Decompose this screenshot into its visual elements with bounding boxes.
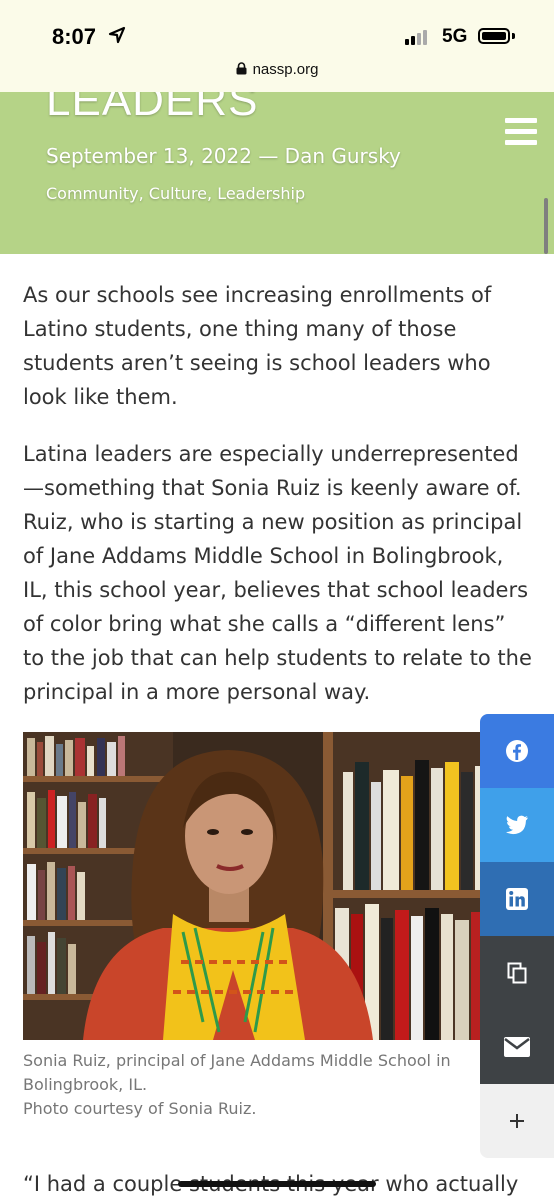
facebook-icon [506,740,528,762]
share-linkedin-button[interactable] [480,862,554,936]
share-facebook-button[interactable] [480,714,554,788]
copy-link-button[interactable] [480,936,554,1010]
article-title: LEADERS [46,92,259,125]
status-bar: 8:07 5G nassp.org [0,0,554,92]
twitter-icon [506,815,528,835]
linkedin-icon [506,888,528,910]
location-arrow-icon [108,26,126,44]
article-date-author: September 13, 2022 — Dan Gursky [46,144,401,168]
photo-caption: Sonia Ruiz, principal of Jane Addams Mid… [23,1049,493,1121]
home-indicator[interactable] [178,1181,376,1187]
share-email-button[interactable] [480,1010,554,1084]
photo-credit: Photo courtesy of Sonia Ruiz. [23,1099,257,1118]
article-paragraph: As our schools see increasing enrollment… [23,283,492,409]
share-twitter-button[interactable] [480,788,554,862]
article-photo [23,732,503,1040]
caption-text: Sonia Ruiz, principal of Jane Addams Mid… [23,1051,451,1094]
address-bar[interactable]: nassp.org [0,61,554,78]
status-time: 8:07 [52,24,97,49]
plus-icon [510,1114,524,1128]
url-text: nassp.org [252,61,319,78]
article-categories[interactable]: Community, Culture, Leadership [46,184,305,203]
lock-icon [236,62,247,75]
scrollbar[interactable] [544,198,548,254]
article-header: LEADERS September 13, 2022 — Dan Gursky … [0,92,554,254]
more-share-options-button[interactable] [480,1084,554,1158]
email-icon [504,1037,530,1057]
article-paragraph: Latina leaders are especially underrepre… [23,442,532,704]
cellular-signal-icon [405,30,427,45]
network-type: 5G [442,26,468,47]
menu-icon[interactable] [505,118,537,151]
portrait-image [23,732,503,1040]
battery-icon [478,28,510,44]
copy-icon [507,962,527,984]
